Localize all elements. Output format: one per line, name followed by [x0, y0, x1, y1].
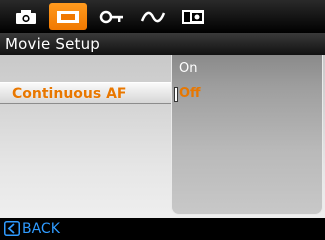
wave-icon [140, 9, 166, 25]
option-off[interactable]: Off [179, 84, 201, 104]
tab-settings-key[interactable] [93, 3, 131, 30]
page-title: Movie Setup [5, 35, 101, 53]
footer-bar: BACK [0, 218, 325, 240]
option-on[interactable]: On [179, 59, 197, 79]
tab-wave[interactable] [134, 3, 172, 30]
camera-icon [15, 9, 37, 25]
options-panel: On Off [171, 55, 323, 215]
menu-item-continuous-af[interactable]: Continuous AF [0, 82, 171, 104]
camera-menu-screen: Movie Setup Continuous AF On Off BACK [0, 0, 325, 240]
key-icon [99, 9, 125, 25]
movie-icon [56, 9, 80, 25]
tab-movie[interactable] [49, 3, 87, 30]
playback-icon [181, 9, 205, 25]
back-arrow-icon[interactable] [4, 221, 20, 236]
title-bar: Movie Setup [0, 33, 325, 55]
tab-playback[interactable] [174, 3, 212, 30]
selection-cursor [174, 87, 178, 102]
back-button[interactable]: BACK [22, 218, 60, 240]
menu-tab-bar [0, 0, 325, 33]
menu-item-label: Continuous AF [12, 86, 127, 102]
tab-camera[interactable] [7, 3, 45, 30]
